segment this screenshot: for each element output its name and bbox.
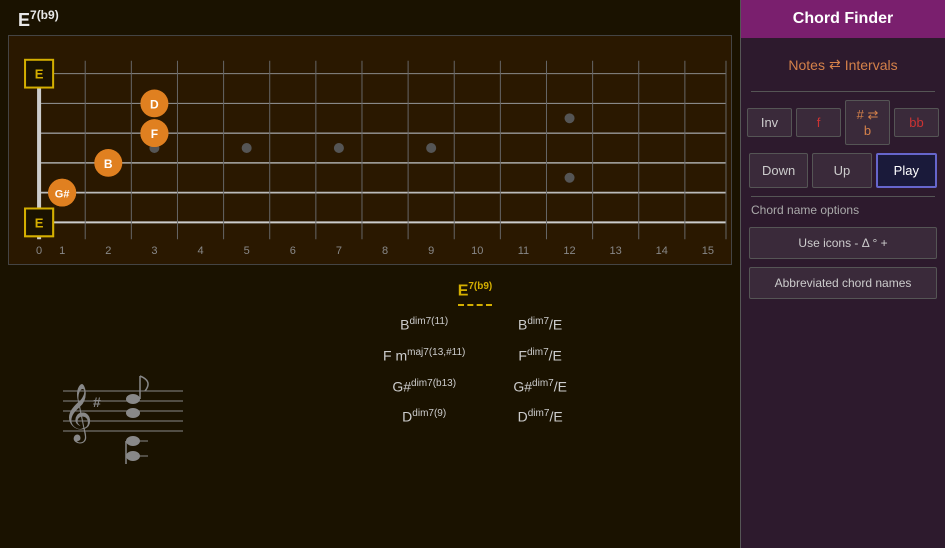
bb-button[interactable]: bb <box>894 108 939 137</box>
svg-text:B: B <box>104 157 113 171</box>
svg-text:14: 14 <box>656 245 668 257</box>
chord-item-bdim7-e[interactable]: Bdim7/E <box>509 314 571 335</box>
chord-item-gsharp-dim7b13[interactable]: G#dim7(b13) <box>379 376 469 397</box>
chord-title: E7(b9) <box>8 8 732 31</box>
chord-finder-label: Chord Finder <box>793 10 893 27</box>
toggle-icon: ⇄ <box>829 56 841 73</box>
chord-item-gsharp-dim7-e[interactable]: G#dim7/E <box>509 376 571 397</box>
chord-left-column: Bdim7(11) F mmaj7(13,#11) G#dim7(b13) Dd… <box>379 314 469 427</box>
chord-finder-header: Chord Finder <box>741 0 945 38</box>
chord-right-column: Bdim7/E Fdim7/E G#dim7/E Ddim7/E <box>509 314 571 427</box>
sheet-music-svg: 𝄞 # <box>33 351 193 471</box>
chord-item-ddim7-e[interactable]: Ddim7/E <box>509 406 571 427</box>
up-button[interactable]: Up <box>812 153 871 188</box>
abbreviated-chord-names-button[interactable]: Abbreviated chord names <box>749 267 937 299</box>
chord-name-options-label: Chord name options <box>741 197 945 223</box>
controls-row: Inv f # ⇄ b bb <box>741 92 945 153</box>
chord-list-area: E7(b9) Bdim7(11) F mmaj7(13,#11) G#dim7(… <box>218 273 732 548</box>
svg-text:10: 10 <box>471 245 483 257</box>
chord-list-title: E7(b9) <box>458 281 493 306</box>
svg-text:11: 11 <box>518 245 529 257</box>
bottom-area: 𝄞 # <box>8 273 732 548</box>
sharp-b-button[interactable]: # ⇄ b <box>845 100 890 145</box>
inv-button[interactable]: Inv <box>747 108 792 137</box>
intervals-label: Intervals <box>845 57 898 73</box>
svg-text:E: E <box>35 67 44 82</box>
f-button[interactable]: f <box>796 108 841 137</box>
svg-text:15: 15 <box>702 245 714 257</box>
nav-row: Down Up Play <box>741 153 945 196</box>
svg-text:G#: G# <box>55 189 70 201</box>
play-button[interactable]: Play <box>876 153 937 188</box>
svg-text:12: 12 <box>563 245 575 257</box>
svg-text:4: 4 <box>197 245 203 257</box>
svg-text:0: 0 <box>36 245 42 257</box>
use-icons-button[interactable]: Use icons - Δ ° + <box>749 227 937 259</box>
sheet-music-area: 𝄞 # <box>8 273 218 548</box>
notes-intervals-toggle[interactable]: Notes ⇄ Intervals <box>751 48 935 81</box>
chord-item-bdim7-11[interactable]: Bdim7(11) <box>379 314 469 335</box>
svg-text:8: 8 <box>382 245 388 257</box>
notes-label: Notes <box>788 57 825 73</box>
chord-item-fmmaj7[interactable]: F mmaj7(13,#11) <box>379 345 469 366</box>
svg-text:13: 13 <box>610 245 622 257</box>
chord-title-sup: 7(b9) <box>30 8 59 22</box>
svg-text:D: D <box>150 97 159 111</box>
fretboard: 0 1 2 3 4 5 6 7 8 9 10 11 12 13 14 15 <box>8 35 732 265</box>
svg-text:7: 7 <box>336 245 342 257</box>
down-button[interactable]: Down <box>749 153 808 188</box>
svg-text:2: 2 <box>105 245 111 257</box>
svg-text:1: 1 <box>59 245 65 257</box>
left-panel: E 7(b9) <box>0 0 740 548</box>
fretboard-svg: 0 1 2 3 4 5 6 7 8 9 10 11 12 13 14 15 <box>9 36 731 264</box>
chord-item-ddim79[interactable]: Ddim7(9) <box>379 406 469 427</box>
svg-text:F: F <box>151 127 158 141</box>
svg-text:E: E <box>35 215 44 230</box>
chord-columns: Bdim7(11) F mmaj7(13,#11) G#dim7(b13) Dd… <box>226 314 724 427</box>
svg-text:3: 3 <box>151 245 157 257</box>
svg-text:#: # <box>93 394 101 410</box>
svg-text:6: 6 <box>290 245 296 257</box>
right-panel: Chord Finder Notes ⇄ Intervals Inv f # ⇄… <box>740 0 945 548</box>
svg-text:𝄞: 𝄞 <box>63 384 93 444</box>
chord-item-fdim7-e[interactable]: Fdim7/E <box>509 345 571 366</box>
svg-text:5: 5 <box>244 245 250 257</box>
svg-text:9: 9 <box>428 245 434 257</box>
